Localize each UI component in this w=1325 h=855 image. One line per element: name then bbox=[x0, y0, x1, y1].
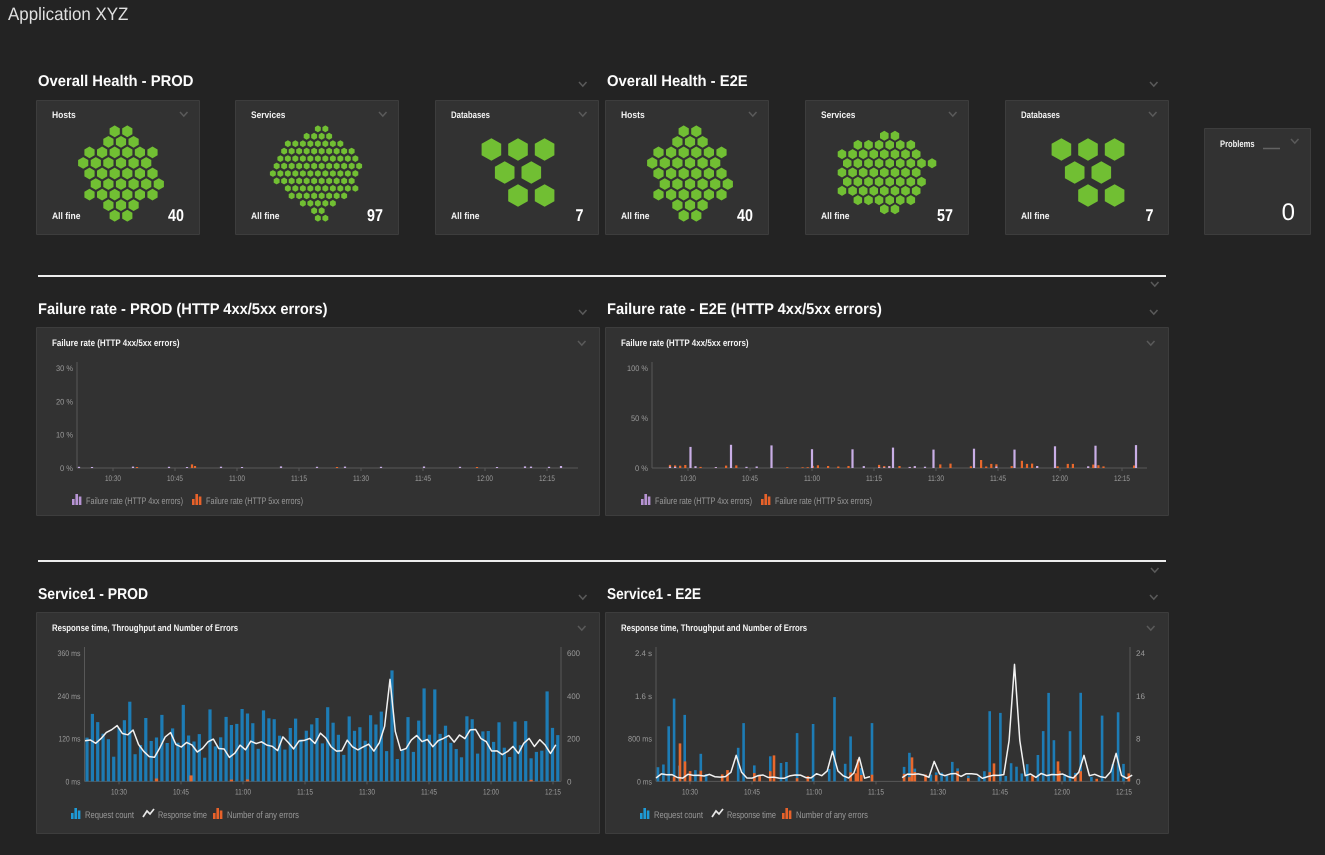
svg-text:0: 0 bbox=[1136, 777, 1141, 786]
svg-text:11:30: 11:30 bbox=[930, 787, 946, 796]
svg-text:1.6 s: 1.6 s bbox=[635, 692, 652, 701]
svg-text:12:15: 12:15 bbox=[1116, 787, 1132, 796]
svg-text:2.4 s: 2.4 s bbox=[635, 649, 652, 658]
svg-text:10:45: 10:45 bbox=[167, 474, 183, 483]
svg-text:Response time: Response time bbox=[727, 810, 776, 821]
svg-text:11:45: 11:45 bbox=[415, 474, 431, 483]
svg-text:600: 600 bbox=[567, 649, 581, 658]
svg-text:Response time: Response time bbox=[158, 810, 207, 821]
svg-text:11:45: 11:45 bbox=[990, 474, 1006, 483]
svg-text:Number of any errors: Number of any errors bbox=[227, 810, 299, 821]
svg-text:20 %: 20 % bbox=[56, 397, 73, 406]
svg-text:11:30: 11:30 bbox=[359, 787, 375, 796]
svg-text:0 ms: 0 ms bbox=[66, 777, 81, 786]
svg-text:800 ms: 800 ms bbox=[628, 735, 652, 744]
svg-text:11:30: 11:30 bbox=[353, 474, 369, 483]
svg-text:11:30: 11:30 bbox=[928, 474, 944, 483]
svg-text:240 ms: 240 ms bbox=[58, 692, 81, 701]
svg-text:50 %: 50 % bbox=[631, 414, 648, 423]
svg-text:0: 0 bbox=[567, 777, 572, 786]
svg-text:Number of any errors: Number of any errors bbox=[796, 810, 868, 821]
svg-text:12:15: 12:15 bbox=[539, 474, 555, 483]
svg-text:Failure rate (HTTP 4xx errors): Failure rate (HTTP 4xx errors) bbox=[655, 496, 752, 507]
svg-text:11:45: 11:45 bbox=[992, 787, 1008, 796]
svg-text:30 %: 30 % bbox=[56, 364, 73, 373]
svg-text:Failure rate (HTTP 4xx errors): Failure rate (HTTP 4xx errors) bbox=[86, 496, 183, 507]
svg-text:100 %: 100 % bbox=[627, 364, 648, 373]
svg-text:11:00: 11:00 bbox=[229, 474, 245, 483]
svg-text:120 ms: 120 ms bbox=[59, 735, 81, 744]
svg-text:12:00: 12:00 bbox=[477, 474, 493, 483]
svg-text:360 ms: 360 ms bbox=[58, 649, 81, 658]
svg-text:11:15: 11:15 bbox=[868, 787, 884, 796]
svg-text:11:45: 11:45 bbox=[421, 787, 437, 796]
svg-text:200: 200 bbox=[567, 735, 581, 744]
svg-text:12:00: 12:00 bbox=[483, 787, 499, 796]
svg-text:11:00: 11:00 bbox=[804, 474, 820, 483]
svg-text:12:00: 12:00 bbox=[1052, 474, 1068, 483]
svg-text:10:45: 10:45 bbox=[173, 787, 189, 796]
svg-text:12:15: 12:15 bbox=[545, 787, 561, 796]
svg-text:Failure rate (HTTP 5xx errors): Failure rate (HTTP 5xx errors) bbox=[775, 496, 872, 507]
svg-text:10:45: 10:45 bbox=[744, 787, 760, 796]
svg-text:Request count: Request count bbox=[85, 810, 134, 821]
svg-text:11:00: 11:00 bbox=[235, 787, 251, 796]
svg-text:10 %: 10 % bbox=[56, 431, 73, 440]
svg-text:400: 400 bbox=[567, 692, 581, 701]
svg-text:10:45: 10:45 bbox=[742, 474, 758, 483]
svg-text:0 ms: 0 ms bbox=[637, 777, 652, 786]
svg-text:11:00: 11:00 bbox=[806, 787, 822, 796]
svg-text:12:00: 12:00 bbox=[1054, 787, 1070, 796]
svg-text:10:30: 10:30 bbox=[682, 787, 698, 796]
svg-text:Request count: Request count bbox=[654, 810, 703, 821]
svg-text:0 %: 0 % bbox=[635, 464, 648, 473]
svg-text:11:15: 11:15 bbox=[291, 474, 307, 483]
svg-text:Failure rate (HTTP 5xx errors): Failure rate (HTTP 5xx errors) bbox=[206, 496, 303, 507]
svg-text:12:15: 12:15 bbox=[1114, 474, 1130, 483]
svg-text:0 %: 0 % bbox=[60, 464, 73, 473]
svg-text:24: 24 bbox=[1136, 649, 1146, 658]
svg-text:16: 16 bbox=[1136, 692, 1146, 701]
svg-text:11:15: 11:15 bbox=[866, 474, 882, 483]
svg-text:10:30: 10:30 bbox=[111, 787, 127, 796]
svg-text:10:30: 10:30 bbox=[680, 474, 696, 483]
svg-text:10:30: 10:30 bbox=[105, 474, 121, 483]
svg-text:8: 8 bbox=[1136, 735, 1141, 744]
svg-text:11:15: 11:15 bbox=[297, 787, 313, 796]
